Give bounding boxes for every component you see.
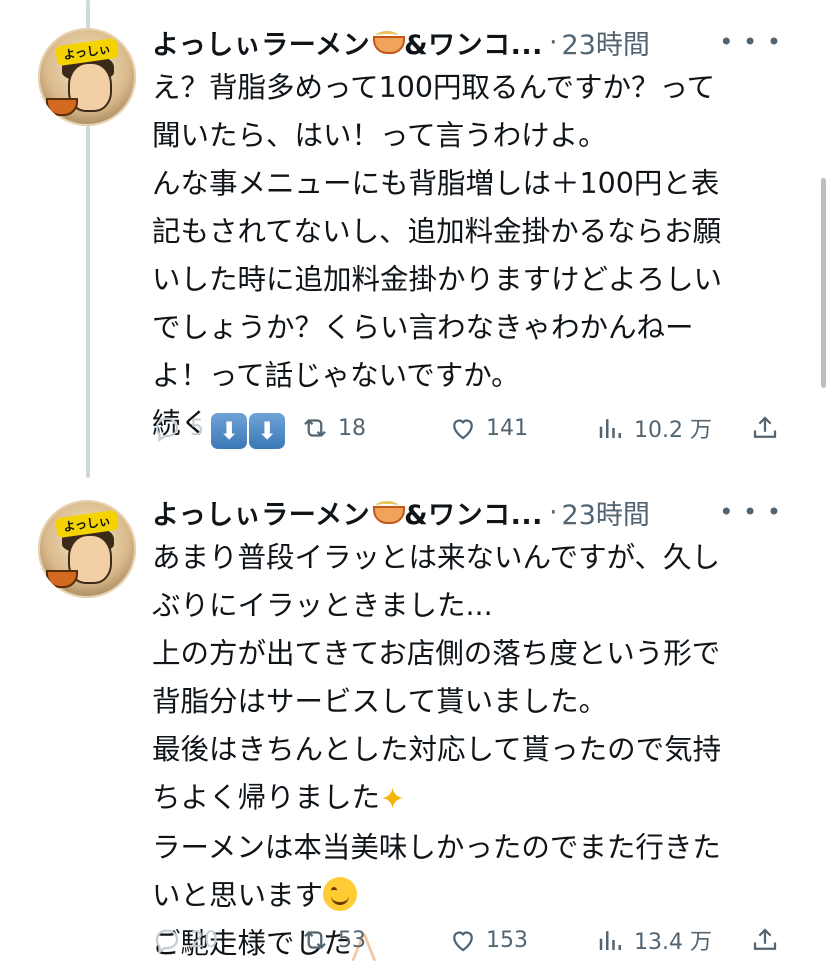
- text-line: ラーメンは本当美味しかったのでまた行きた: [152, 831, 721, 864]
- tweet-header: よっしぃラーメン &ワンコ... · 23時間 • • •: [152, 492, 802, 532]
- retweet-icon: [304, 930, 326, 950]
- share-icon: [753, 928, 777, 950]
- views-icon: [599, 419, 621, 438]
- retweet-button[interactable]: 18: [300, 408, 366, 448]
- heart-icon: [453, 931, 473, 952]
- dizzy-star-emoji-icon: ✦: [380, 782, 406, 817]
- text-line: 背脂分はサービスして貰いました。: [152, 685, 608, 718]
- views-count: 13.4 万: [634, 930, 712, 955]
- tweet-actions: 20 53 153 13.4 万: [152, 920, 792, 960]
- smiling-face-emoji-icon: [323, 877, 358, 911]
- tweet-text: あまり普段イラッとは来ないんですが、久し ぶりにイラッときました... 上の方が出て…: [152, 534, 762, 970]
- like-count: 153: [486, 927, 528, 953]
- heart-icon: [453, 419, 473, 440]
- ramen-emoji-icon: [372, 499, 406, 525]
- text-line: 記もされてないし、追加料金掛かるならお願: [152, 215, 722, 248]
- like-button[interactable]: 141: [448, 408, 528, 448]
- more-icon[interactable]: • • •: [719, 498, 782, 526]
- text-line: いした時に追加料金掛かりますけどよろしい: [152, 263, 723, 296]
- share-button[interactable]: [750, 408, 788, 448]
- tweet-text: え？背脂多めって100円取るんですか？って 聞いたら、はい！って言うわけよ。んな事…: [152, 64, 762, 449]
- reply-button[interactable]: 5: [152, 408, 204, 448]
- reply-count: 20: [190, 927, 218, 953]
- author-name[interactable]: よっしぃラーメン: [152, 23, 370, 62]
- text-line: 聞いたら、はい！って言うわけよ。: [152, 119, 607, 152]
- like-button[interactable]: 153: [448, 920, 528, 960]
- views-icon: [599, 931, 621, 950]
- views-count: 10.2 万: [634, 418, 712, 443]
- like-count: 141: [486, 415, 528, 441]
- text-line: ぶりにイラッときました...: [152, 589, 493, 622]
- reply-count: 5: [190, 415, 204, 441]
- author-name-suffix[interactable]: &ワンコ...: [404, 23, 543, 62]
- tweet-time[interactable]: 23時間: [562, 493, 650, 532]
- tweet-header: よっしぃラーメン &ワンコ... · 23時間 • • •: [152, 22, 802, 62]
- retweet-count: 18: [338, 415, 366, 441]
- text-line: よ！って話じゃないですか。: [152, 359, 520, 392]
- tweet-actions: 5 18 141 10.2 万: [152, 408, 792, 448]
- reply-button[interactable]: 20: [152, 920, 218, 960]
- avatar[interactable]: よっしぃ: [38, 28, 136, 126]
- text-line: でしょうか？くらい言わなきゃわかんねー: [152, 311, 694, 344]
- retweet-button[interactable]: 53: [300, 920, 366, 960]
- views-button[interactable]: 13.4 万: [596, 920, 712, 960]
- share-icon: [753, 416, 777, 438]
- share-button[interactable]: [750, 920, 788, 960]
- retweet-count: 53: [338, 927, 366, 953]
- text-line: んな事メニューにも背脂増しは＋100円と表: [152, 167, 720, 200]
- text-line: え？背脂多めって100円取るんですか？って: [152, 71, 716, 104]
- dot-separator: ·: [548, 26, 558, 58]
- text-line: 最後はきちんとした対応して貰ったので気持: [152, 733, 722, 766]
- text-line-with-emoji: いと思います: [152, 872, 762, 920]
- reply-icon: [155, 417, 179, 443]
- dot-separator: ·: [548, 496, 558, 528]
- scrollbar[interactable]: [821, 178, 826, 388]
- reply-icon: [155, 929, 179, 955]
- author-name-suffix[interactable]: &ワンコ...: [404, 493, 543, 532]
- tweet-time[interactable]: 23時間: [562, 23, 650, 62]
- retweet-icon: [304, 418, 326, 438]
- author-name[interactable]: よっしぃラーメン: [152, 493, 370, 532]
- text-line: 上の方が出てきてお店側の落ち度という形で: [152, 637, 721, 670]
- more-icon[interactable]: • • •: [719, 28, 782, 56]
- text-line-with-emoji: ちよく帰りました✦: [152, 774, 762, 824]
- text-line: ちよく帰りました: [152, 781, 381, 814]
- text-line: あまり普段イラッとは来ないんですが、久し: [152, 541, 721, 574]
- ramen-emoji-icon: [372, 29, 406, 55]
- text-line: いと思います: [152, 879, 324, 912]
- avatar[interactable]: よっしぃ: [38, 500, 136, 598]
- views-button[interactable]: 10.2 万: [596, 408, 712, 448]
